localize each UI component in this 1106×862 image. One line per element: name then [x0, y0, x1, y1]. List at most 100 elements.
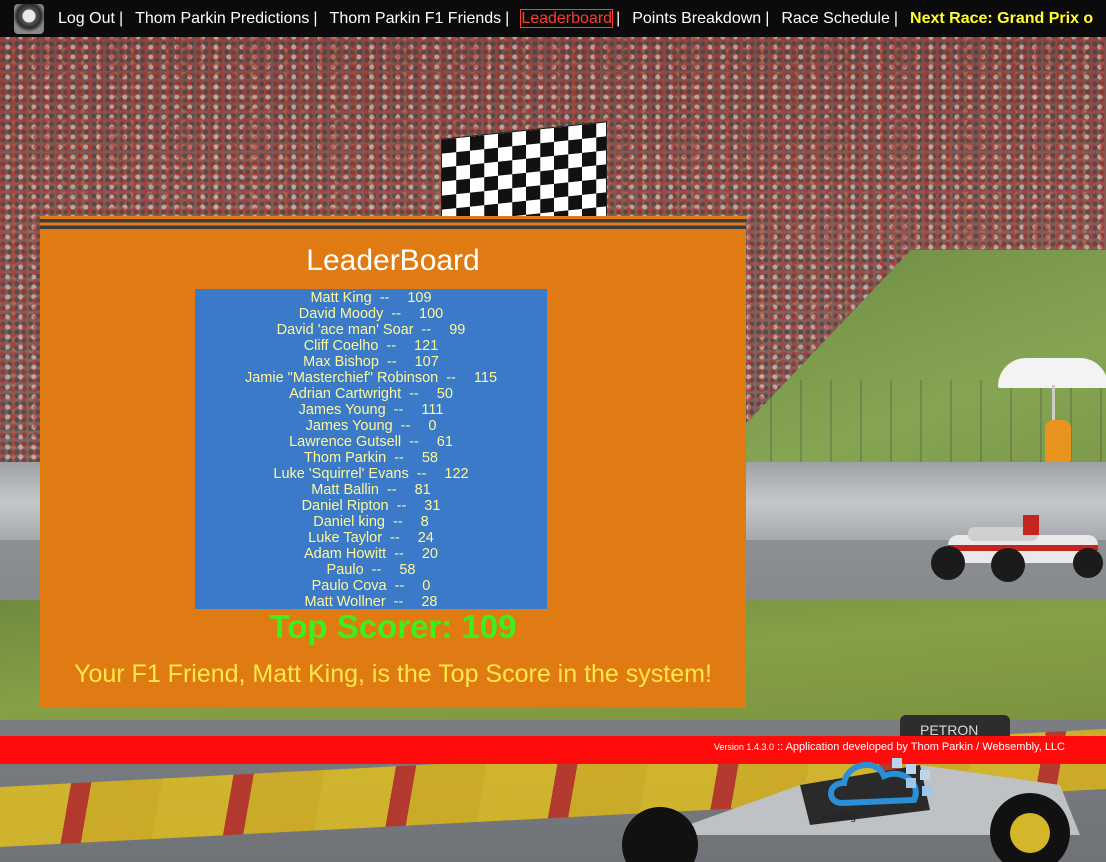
nav-leaderboard[interactable]: Leaderboard | — [520, 8, 620, 28]
player-name: Thom Parkin — [303, 450, 387, 466]
hosting-label: Hosting — [822, 812, 856, 823]
leaderboard-row: Daniel king -- 8 — [195, 514, 547, 530]
player-score: 0 — [422, 578, 431, 594]
race-car-icon — [931, 515, 1103, 582]
top-navigation-bar: Log Out | Thom Parkin Predictions | Thom P… — [0, 0, 1106, 37]
version-label: Version 1.4.3.0 — [713, 742, 774, 752]
row-separator: -- — [393, 402, 404, 418]
row-separator: -- — [394, 450, 404, 466]
player-name: Adam Howitt — [303, 546, 387, 562]
player-score: 100 — [419, 306, 444, 322]
umbrella — [998, 358, 1106, 388]
player-score: 0 — [428, 418, 437, 434]
leaderboard-row: Luke 'Squirrel' Evans -- 122 — [195, 466, 547, 482]
nav-log-out[interactable]: Log Out | — [58, 10, 123, 28]
player-score: 8 — [420, 514, 429, 530]
leaderboard-row: James Young -- 0 — [195, 418, 547, 434]
player-name: Daniel king — [313, 514, 385, 530]
nav-leaderboard-link[interactable]: Leaderboard — [520, 8, 614, 28]
row-separator: -- — [400, 418, 411, 434]
player-name: Adrian Cartwright — [289, 386, 402, 402]
player-score: 122 — [444, 466, 469, 482]
player-name: Cliff Coelho — [303, 338, 379, 354]
row-separator: -- — [416, 466, 427, 482]
player-name: Luke 'Squirrel' Evans — [273, 466, 409, 482]
leaderboard-panel: LeaderBoard Matt King -- 109 David Moody -- 1… — [40, 232, 746, 708]
row-separator: -- — [409, 434, 419, 450]
leaderboard-row: Cliff Coelho -- 121 — [195, 338, 547, 354]
nav-race-schedule[interactable]: Race Schedule | — [781, 10, 898, 28]
row-separator: -- — [386, 338, 397, 354]
nav-points-breakdown[interactable]: Points Breakdown | — [632, 10, 769, 28]
row-separator: -- — [394, 546, 404, 562]
nav-race-schedule-link[interactable]: Race Schedule — [781, 10, 890, 27]
player-name: David 'ace man' Soar — [276, 322, 414, 338]
row-separator: -- — [386, 482, 397, 498]
top-scorer-label: Top Scorer: 109 — [269, 608, 517, 645]
player-score: 24 — [417, 530, 434, 546]
row-separator: -- — [386, 354, 397, 370]
player-name: Max Bishop — [303, 354, 379, 370]
player-name: Lawrence Gutsell — [289, 434, 402, 450]
player-score: 81 — [414, 482, 431, 498]
player-name: Jamie "Masterchief" Robinson — [244, 370, 439, 386]
player-score: 111 — [421, 402, 444, 418]
top-friend-message: Your F1 Friend, Matt King, is the Top Sc… — [74, 660, 712, 688]
leaderboard-row: Matt Ballin -- 81 — [195, 482, 547, 498]
player-name: Paulo Cova — [311, 578, 387, 594]
player-score: 58 — [399, 562, 416, 578]
leaderboard-row: Paulo -- 58 — [195, 562, 547, 578]
nav-f1-friends[interactable]: Thom Parkin F1 Friends | — [330, 10, 510, 28]
row-separator: -- — [396, 498, 407, 514]
leaderboard-row: Adrian Cartwright -- 50 — [195, 386, 547, 402]
page-title: LeaderBoard — [306, 244, 480, 277]
row-separator: -- — [394, 578, 405, 594]
row-separator: -- — [371, 562, 382, 578]
player-score: 58 — [421, 450, 438, 466]
nav-points-breakdown-link[interactable]: Points Breakdown — [632, 10, 761, 27]
row-separator: -- — [446, 370, 456, 386]
nav-predictions[interactable]: Thom Parkin Predictions | — [135, 10, 317, 28]
player-score: 50 — [436, 386, 453, 402]
leaderboard-row: Adam Howitt -- 20 — [195, 546, 547, 562]
player-name: Matt King — [310, 290, 372, 306]
leaderboard-row: Paulo Cova -- 0 — [195, 578, 547, 594]
player-name: James Young — [305, 418, 393, 434]
leaderboard-row: David Moody -- 100 — [195, 306, 547, 322]
player-score: 109 — [407, 290, 432, 306]
row-separator: -- — [391, 306, 402, 322]
player-name: Matt Ballin — [311, 482, 379, 498]
player-name: Luke Taylor — [308, 530, 383, 546]
player-name: David Moody — [298, 306, 384, 322]
panel-top-stripes — [40, 216, 746, 232]
player-score: 61 — [436, 434, 453, 450]
player-score: 99 — [449, 322, 466, 338]
nav-next-race[interactable]: Next Race: Grand Prix o — [910, 10, 1093, 28]
row-separator: -- — [409, 386, 419, 402]
leaderboard-row: Jamie "Masterchief" Robinson -- 115 — [195, 370, 547, 386]
leaderboard-row: David 'ace man' Soar -- 99 — [195, 322, 547, 338]
leaderboard-row: Daniel Ripton -- 31 — [195, 498, 547, 514]
row-separator: -- — [390, 530, 400, 546]
f1-helmet-logo-icon[interactable] — [14, 3, 44, 34]
track-marshal — [1045, 420, 1071, 462]
nav-predictions-link[interactable]: Thom Parkin Predictions — [135, 10, 309, 27]
leaderboard-row: Lawrence Gutsell -- 61 — [195, 434, 547, 450]
row-separator: -- — [393, 514, 403, 530]
leaderboard-list: Matt King -- 109 David Moody -- 100 David 'ace… — [195, 289, 547, 610]
leaderboard-row: James Young -- 111 — [195, 402, 547, 418]
player-score: 107 — [414, 354, 439, 370]
leaderboard-row: Luke Taylor -- 24 — [195, 530, 547, 546]
player-name: James Young — [298, 402, 386, 418]
row-separator: -- — [379, 290, 390, 306]
player-score: 121 — [414, 338, 439, 354]
leaderboard-row: Max Bishop -- 107 — [195, 354, 547, 370]
player-score: 31 — [424, 498, 441, 514]
nav-f1-friends-link[interactable]: Thom Parkin F1 Friends — [330, 10, 502, 27]
nav-log-out-link[interactable]: Log Out — [58, 10, 115, 27]
row-separator: -- — [421, 322, 432, 338]
leaderboard-row: Matt King -- 109 — [195, 290, 547, 306]
player-score: 20 — [421, 546, 438, 562]
leaderboard-row: Thom Parkin -- 58 — [195, 450, 547, 466]
player-score: 115 — [473, 370, 498, 386]
